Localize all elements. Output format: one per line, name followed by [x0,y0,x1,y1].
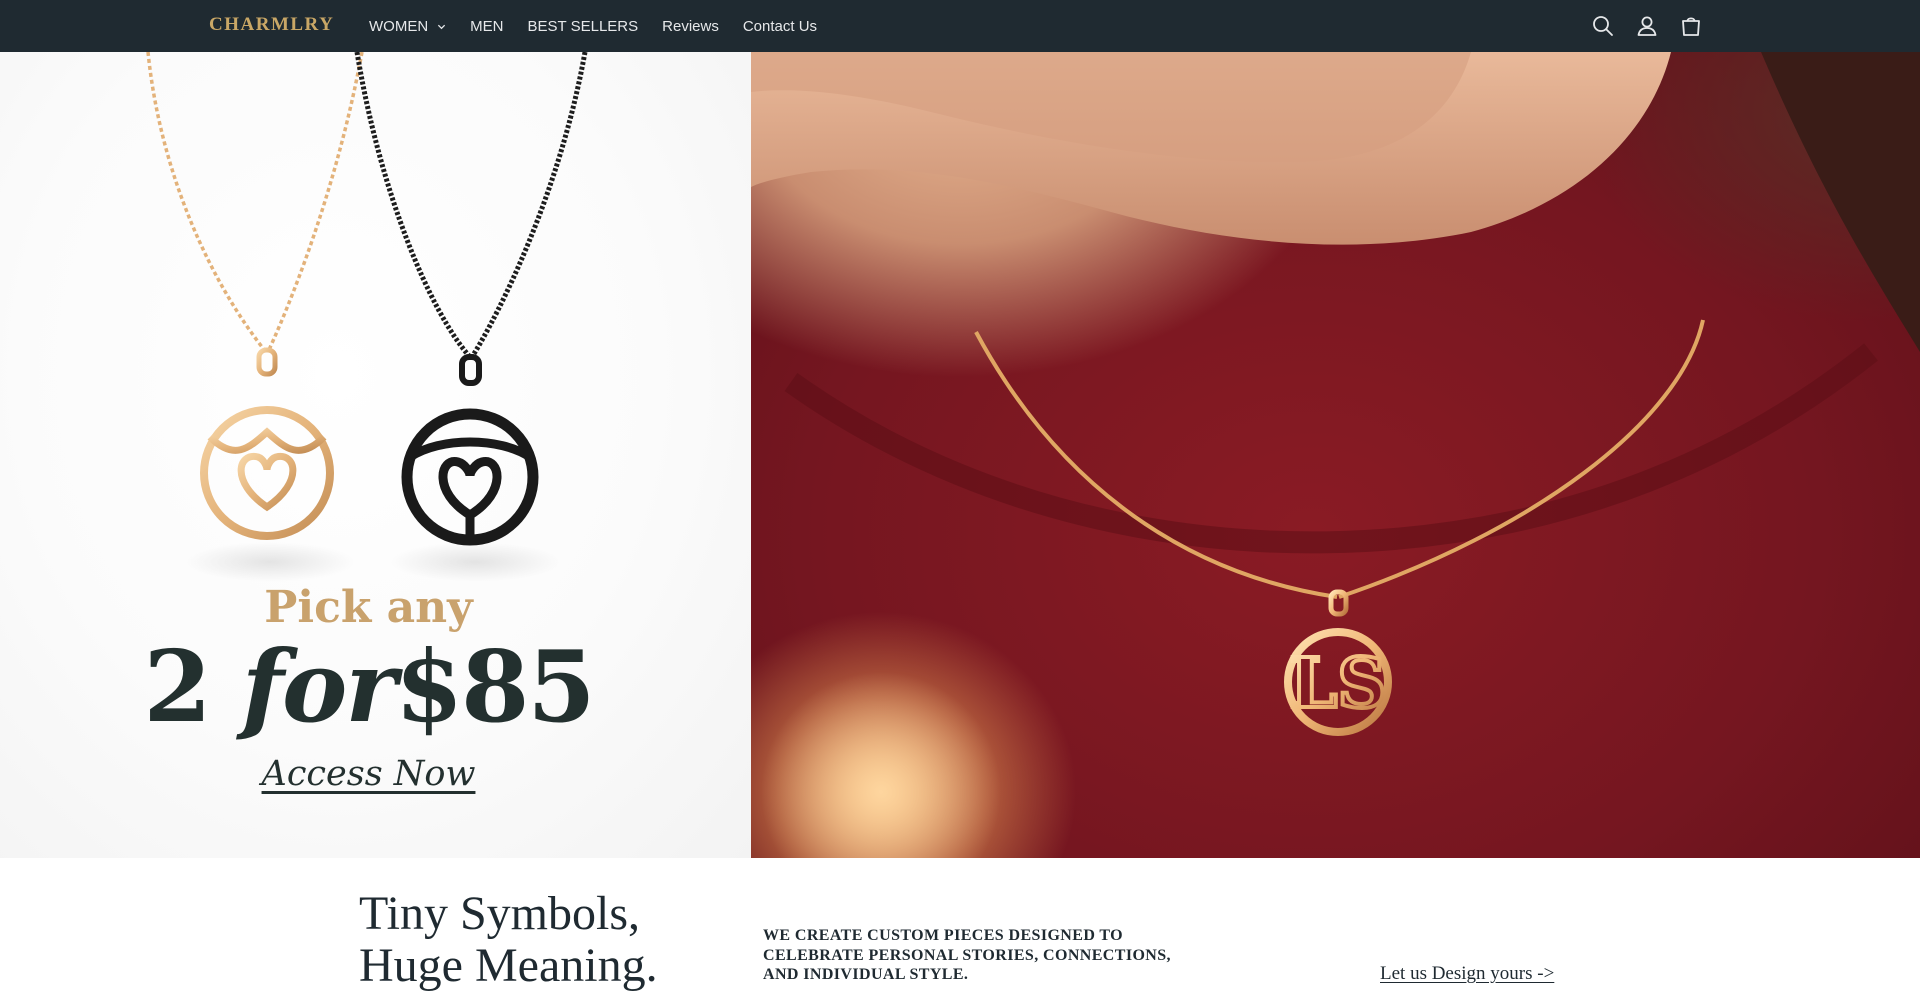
tagline-line-2: Huge Meaning. [359,939,658,992]
nav-item-women[interactable]: WOMEN [369,18,446,35]
promo-headline: Pick any [264,582,473,633]
search-button[interactable] [1590,13,1616,39]
design-yours-link[interactable]: Let us Design yours -> [1380,963,1554,985]
model-necklace-image: LS [751,52,1920,858]
main-nav: WOMEN MEN BEST SELLERS Reviews Contact U… [369,0,841,52]
model-photo: LS [751,52,1920,858]
nav-item-label: Reviews [662,17,719,35]
brand-logo[interactable]: CHARMLRY [209,14,334,36]
tagline-line-1: Tiny Symbols, [359,887,641,940]
cart-icon [1682,17,1700,36]
site-header: CHARMLRY WOMEN MEN BEST SELLERS Reviews … [0,0,1920,52]
pendant-monogram: LS [1290,644,1387,724]
nav-item-reviews[interactable]: Reviews [662,18,719,35]
header-actions [1590,13,1722,39]
promo-quantity: 2 [143,630,211,745]
promo-offer: 2 for$85 [0,630,737,745]
promo-for: for [241,630,397,745]
nav-item-contact-us[interactable]: Contact Us [743,18,817,35]
search-icon [1593,16,1613,36]
nav-item-label: BEST SELLERS [527,17,639,35]
nav-item-men[interactable]: MEN [470,18,503,35]
nav-item-label: WOMEN [369,17,429,35]
nav-item-best-sellers[interactable]: BEST SELLERS [528,18,639,35]
promo-banner[interactable]: Pick any 2 for$85 Access Now [0,52,751,858]
section-tagline: Tiny Symbols, Huge Meaning. [359,888,658,992]
nav-item-label: MEN [470,17,504,35]
promo-price: $85 [394,630,596,745]
about-text: WE CREATE CUSTOM PIECES DESIGNED TO CELE… [763,927,1171,983]
nav-item-label: Contact Us [742,17,818,35]
chevron-down-icon [438,24,446,29]
cart-button[interactable] [1678,13,1704,39]
account-button[interactable] [1634,13,1660,39]
account-icon [1637,16,1657,36]
access-now-link[interactable]: Access Now [0,754,737,794]
